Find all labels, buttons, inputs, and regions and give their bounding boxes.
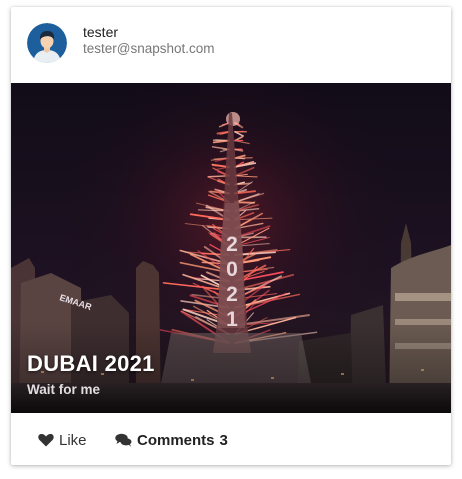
user-avatar-icon[interactable]	[27, 23, 67, 63]
firework-burst	[226, 112, 240, 126]
like-button[interactable]: Like	[38, 430, 87, 450]
post-subtitle: Wait for me	[27, 382, 101, 397]
svg-text:0: 0	[226, 258, 238, 281]
comments-button[interactable]: Comments 3	[115, 430, 228, 450]
post-title: DUBAI 2021	[27, 351, 155, 376]
comments-label: Comments	[137, 431, 215, 449]
comments-count: 3	[219, 431, 228, 449]
comments-icon	[115, 433, 132, 447]
heart-icon	[38, 433, 54, 447]
like-label: Like	[59, 431, 87, 449]
post-header: tester tester@snapshot.com	[11, 7, 451, 83]
svg-text:2: 2	[226, 283, 238, 306]
svg-text:2: 2	[226, 233, 238, 256]
user-name[interactable]: tester	[83, 24, 118, 40]
post-image[interactable]: 2 0 2 1 EMAAR DUBAI 2021 Wait for me	[11, 83, 451, 413]
post-actions: Like Comments 3	[11, 413, 451, 465]
user-email: tester@snapshot.com	[83, 41, 215, 56]
post-card: tester tester@snapshot.com 2 0 2 1 EMAAR…	[11, 7, 451, 465]
